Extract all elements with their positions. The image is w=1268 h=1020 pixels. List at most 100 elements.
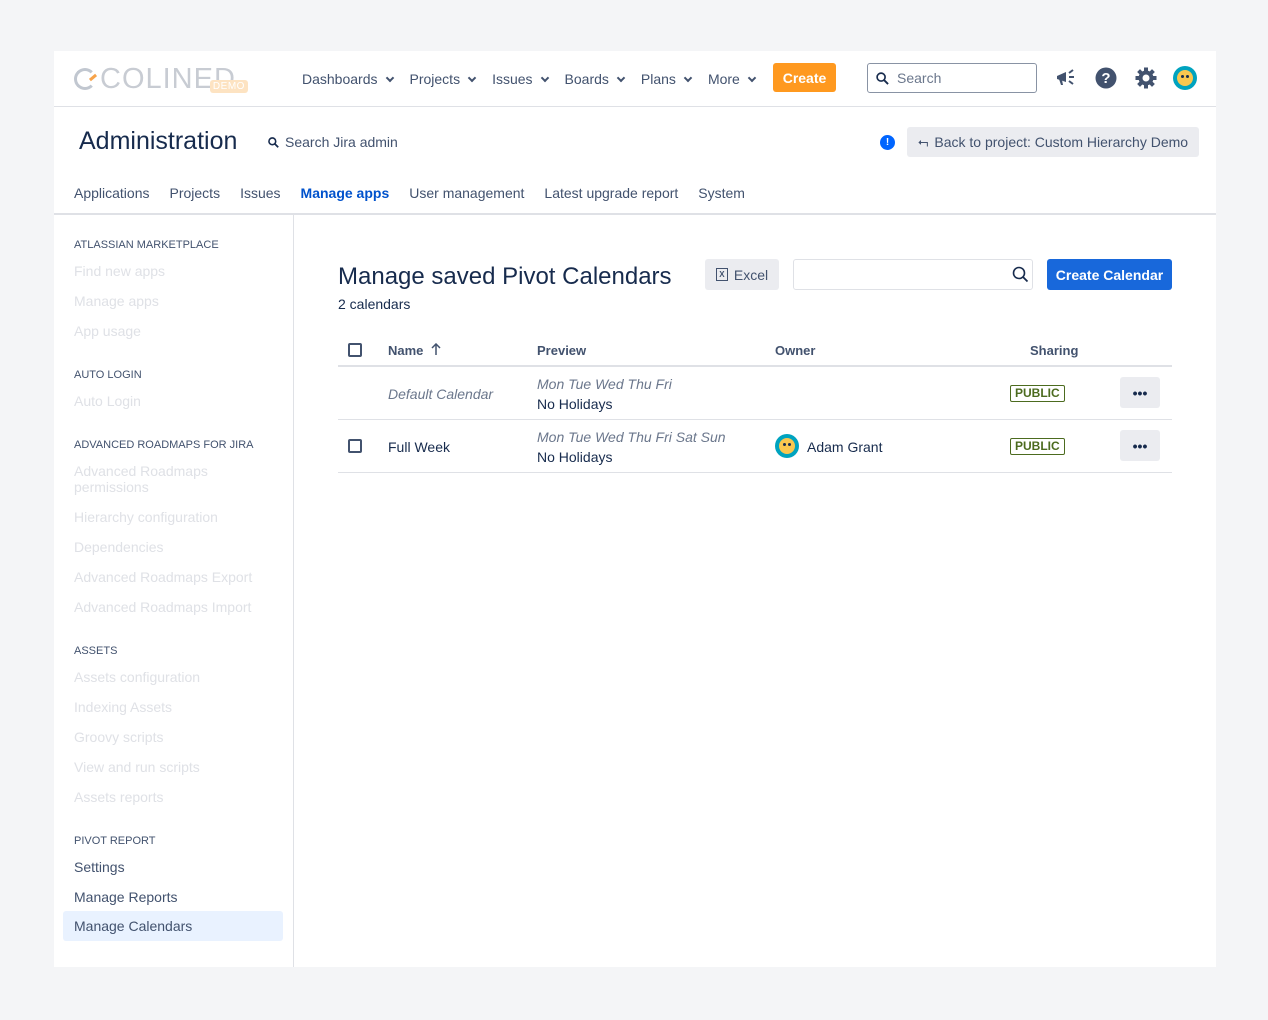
nav-label: More <box>707 71 740 87</box>
nav-label: Plans <box>640 71 676 87</box>
excel-icon: X <box>715 268 728 281</box>
table-row: Full Week Mon Tue Wed Thu Fri Sat Sun No… <box>338 420 1172 473</box>
sidebar-item-hierarchy-configuration[interactable]: Hierarchy configuration <box>74 509 274 525</box>
nav-issues[interactable]: Issues <box>492 71 549 87</box>
row-actions-button[interactable]: ••• <box>1120 430 1160 461</box>
nav-boards[interactable]: Boards <box>564 71 626 87</box>
chevron-down-icon <box>467 73 477 82</box>
calendar-count: 2 calendars <box>338 296 411 312</box>
create-calendar-button[interactable]: Create Calendar <box>1047 259 1172 290</box>
nav-plans[interactable]: Plans <box>640 71 693 87</box>
chevron-down-icon <box>747 73 757 82</box>
settings-icon[interactable] <box>1133 65 1159 91</box>
calendar-name: Full Week <box>388 439 450 455</box>
logo-demo-badge: DEMO <box>209 79 248 93</box>
sidebar-item-assets-configuration[interactable]: Assets configuration <box>74 669 274 685</box>
admin-tabs: Applications Projects Issues Manage apps… <box>74 185 765 215</box>
svg-text:?: ? <box>1101 70 1110 87</box>
sidebar-item-manage-calendars[interactable]: Manage Calendars <box>63 911 283 941</box>
search-icon[interactable] <box>1012 266 1029 283</box>
megaphone-icon[interactable] <box>1053 65 1079 91</box>
primary-nav: Dashboards Projects Issues Boards Plans … <box>302 65 772 93</box>
sidebar-item-settings[interactable]: Settings <box>74 859 274 875</box>
tab-manage-apps[interactable]: Manage apps <box>300 185 390 215</box>
sidebar-section-title: PIVOT REPORT <box>74 835 156 847</box>
sidebar-item-advanced-roadmaps-export[interactable]: Advanced Roadmaps Export <box>74 569 274 585</box>
sidebar-item-manage-reports[interactable]: Manage Reports <box>74 889 274 905</box>
calendar-name: Default Calendar <box>388 386 494 402</box>
tab-projects[interactable]: Projects <box>170 185 221 215</box>
sidebar-item-groovy-scripts[interactable]: Groovy scripts <box>74 729 274 745</box>
nav-dashboards[interactable]: Dashboards <box>302 71 394 87</box>
column-header-name[interactable]: Name <box>388 342 441 358</box>
table-row: Default Calendar Mon Tue Wed Thu Fri No … <box>338 367 1172 420</box>
app-frame: COLINED DEMO Dashboards Projects Issues … <box>54 51 1216 967</box>
sidebar-item-advanced-roadmaps-permissions[interactable]: Advanced Roadmaps permissions <box>74 463 224 495</box>
back-to-project-button[interactable]: ⮢ Back to project: Custom Hierarchy Demo <box>907 127 1200 157</box>
sidebar-item-auto-login[interactable]: Auto Login <box>74 393 274 409</box>
select-all-checkbox[interactable] <box>348 343 362 357</box>
sidebar-section-title: ADVANCED ROADMAPS FOR JIRA <box>74 439 254 451</box>
sidebar-item-manage-apps[interactable]: Manage apps <box>74 293 274 309</box>
row-actions-button[interactable]: ••• <box>1120 377 1160 408</box>
tab-latest-upgrade-report[interactable]: Latest upgrade report <box>544 185 678 215</box>
nav-more[interactable]: More <box>707 71 757 87</box>
chevron-down-icon <box>683 73 693 82</box>
global-search[interactable] <box>867 63 1037 93</box>
chevron-down-icon <box>616 73 626 82</box>
sidebar-item-find-new-apps[interactable]: Find new apps <box>74 263 274 279</box>
colined-logo[interactable]: COLINED DEMO <box>74 63 248 95</box>
sidebar-item-advanced-roadmaps-import[interactable]: Advanced Roadmaps Import <box>74 599 274 615</box>
calendar-filter-input[interactable] <box>800 260 1010 289</box>
sidebar-item-app-usage[interactable]: App usage <box>74 323 274 339</box>
owner-avatar <box>775 434 799 458</box>
search-icon <box>268 136 279 148</box>
owner-name[interactable]: Adam Grant <box>807 439 882 455</box>
nav-projects[interactable]: Projects <box>409 71 477 87</box>
logo-mark-icon <box>74 68 96 90</box>
help-icon[interactable]: ? <box>1093 65 1119 91</box>
create-button[interactable]: Create <box>773 63 836 92</box>
sidebar-item-assets-reports[interactable]: Assets reports <box>74 789 274 805</box>
column-header-preview: Preview <box>537 343 587 358</box>
page-title: Administration <box>79 127 238 155</box>
sidebar-section-title: AUTO LOGIN <box>74 369 142 381</box>
sidebar-item-dependencies[interactable]: Dependencies <box>74 539 274 555</box>
back-label: Back to project: Custom Hierarchy Demo <box>934 134 1189 150</box>
search-jira-admin[interactable]: Search Jira admin <box>268 134 398 150</box>
sidebar-item-indexing-assets[interactable]: Indexing Assets <box>74 699 274 715</box>
tab-applications[interactable]: Applications <box>74 185 150 215</box>
search-icon <box>876 71 889 85</box>
main-title: Manage saved Pivot Calendars <box>338 263 672 290</box>
user-avatar[interactable] <box>1172 65 1198 91</box>
excel-label: Excel <box>733 266 769 283</box>
row-checkbox[interactable] <box>348 439 362 453</box>
back-arrow-icon: ⮢ <box>918 134 929 149</box>
calendar-holidays-preview: No Holidays <box>537 396 613 412</box>
nav-label: Issues <box>492 71 533 87</box>
tab-user-management[interactable]: User management <box>409 185 524 215</box>
nav-label: Projects <box>409 71 461 87</box>
column-header-owner: Owner <box>775 343 816 358</box>
table-header: Name Preview Owner Sharing <box>338 331 1172 367</box>
chevron-down-icon <box>385 73 394 82</box>
sharing-badge: PUBLIC <box>1010 438 1065 455</box>
nav-label: Dashboards <box>302 71 378 87</box>
sort-ascending-icon <box>431 342 441 358</box>
avatar-icon <box>1173 66 1197 90</box>
calendar-holidays-preview: No Holidays <box>537 449 613 465</box>
sidebar-item-view-and-run-scripts[interactable]: View and run scripts <box>74 759 274 775</box>
nav-label: Boards <box>564 71 609 87</box>
column-header-label: Name <box>388 343 424 358</box>
tab-system[interactable]: System <box>698 185 745 215</box>
excel-export-button[interactable]: X Excel <box>705 259 779 290</box>
sidebar-section-title: ASSETS <box>74 645 118 657</box>
search-jira-admin-label: Search Jira admin <box>285 134 398 150</box>
search-input[interactable] <box>897 70 1027 86</box>
tab-issues[interactable]: Issues <box>240 185 280 215</box>
calendar-filter[interactable] <box>793 259 1033 290</box>
info-icon[interactable]: ! <box>880 135 895 150</box>
column-header-sharing: Sharing <box>1030 343 1079 358</box>
calendar-days-preview: Mon Tue Wed Thu Fri <box>537 376 672 392</box>
admin-sidebar: ATLASSIAN MARKETPLACE Find new apps Mana… <box>54 215 294 967</box>
